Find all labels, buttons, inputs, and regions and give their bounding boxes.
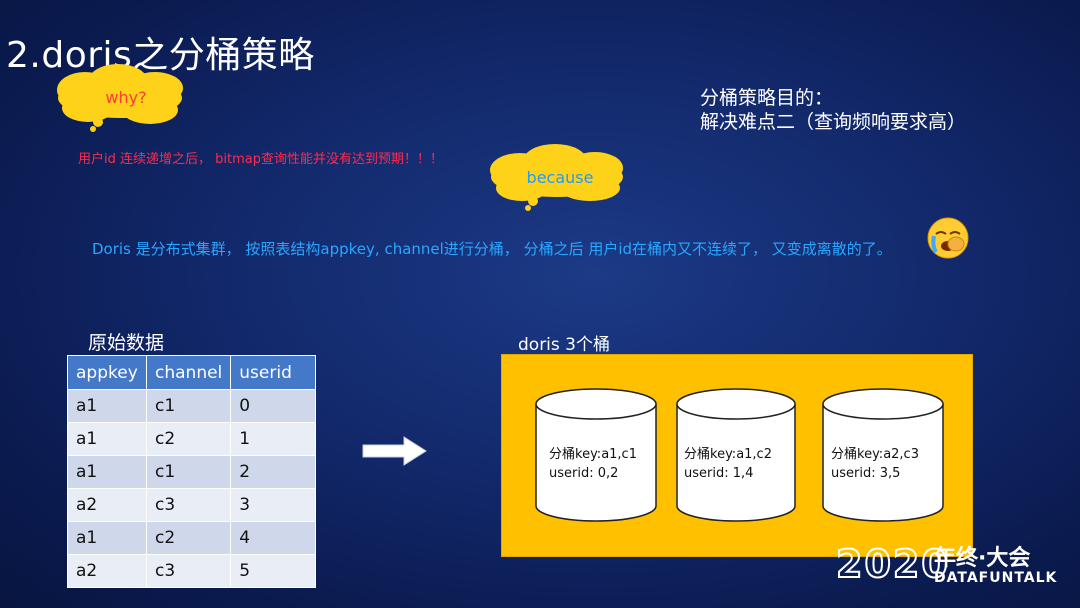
bucket-2-key: 分桶key:a1,c2 — [684, 447, 772, 462]
bucket-1-key: 分桶key:a1,c1 — [549, 447, 637, 462]
bucket-1-userid: userid: 0,2 — [549, 466, 619, 481]
bucket-3-userid: userid: 3,5 — [831, 466, 901, 481]
watermark-en: DATAFUNTALK — [934, 570, 1058, 586]
bucket-cylinders — [535, 388, 944, 522]
watermark-year: 2020 — [835, 541, 950, 587]
watermark-cn: 年终·大会 — [934, 546, 1031, 571]
bucket-2-userid: userid: 1,4 — [684, 466, 754, 481]
bucket-1-text: 分桶key:a1,c1 userid: 0,2 — [549, 445, 637, 483]
bucket-3-text: 分桶key:a2,c3 userid: 3,5 — [831, 445, 919, 483]
bucket-3-key: 分桶key:a2,c3 — [831, 447, 919, 462]
bucket-2-text: 分桶key:a1,c2 userid: 1,4 — [684, 445, 772, 483]
